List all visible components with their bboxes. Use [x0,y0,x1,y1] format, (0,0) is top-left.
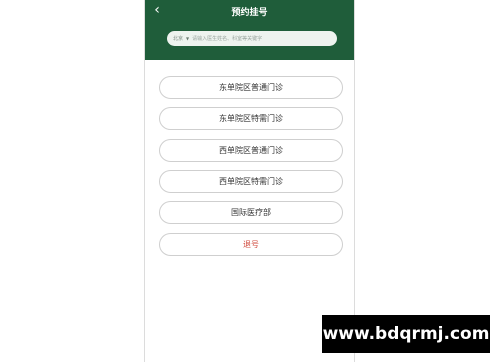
phone-screen: ‹ 预约挂号 北京 ▼ 请输入医生姓名、科室等关键字 东单院区普通门诊 东单院区… [144,0,355,362]
search-input[interactable]: 请输入医生姓名、科室等关键字 [192,35,262,42]
search-bar[interactable]: 北京 ▼ 请输入医生姓名、科室等关键字 [167,31,337,46]
international-medical-button[interactable]: 国际医疗部 [159,201,343,224]
caret-down-icon: ▼ [186,36,190,41]
dongdan-special-clinic-button[interactable]: 东单院区特需门诊 [159,107,343,130]
watermark: www.bdqrmj.com [322,315,490,353]
page-title: 预约挂号 [231,8,268,18]
cancel-appointment-button[interactable]: 退号 [159,233,343,256]
xidan-general-clinic-button[interactable]: 西单院区普通门诊 [159,139,343,162]
city-selector[interactable]: 北京 [173,35,183,42]
xidan-special-clinic-button[interactable]: 西单院区特需门诊 [159,170,343,193]
app-header: ‹ 预约挂号 北京 ▼ 请输入医生姓名、科室等关键字 [145,0,354,60]
dongdan-general-clinic-button[interactable]: 东单院区普通门诊 [159,76,343,99]
